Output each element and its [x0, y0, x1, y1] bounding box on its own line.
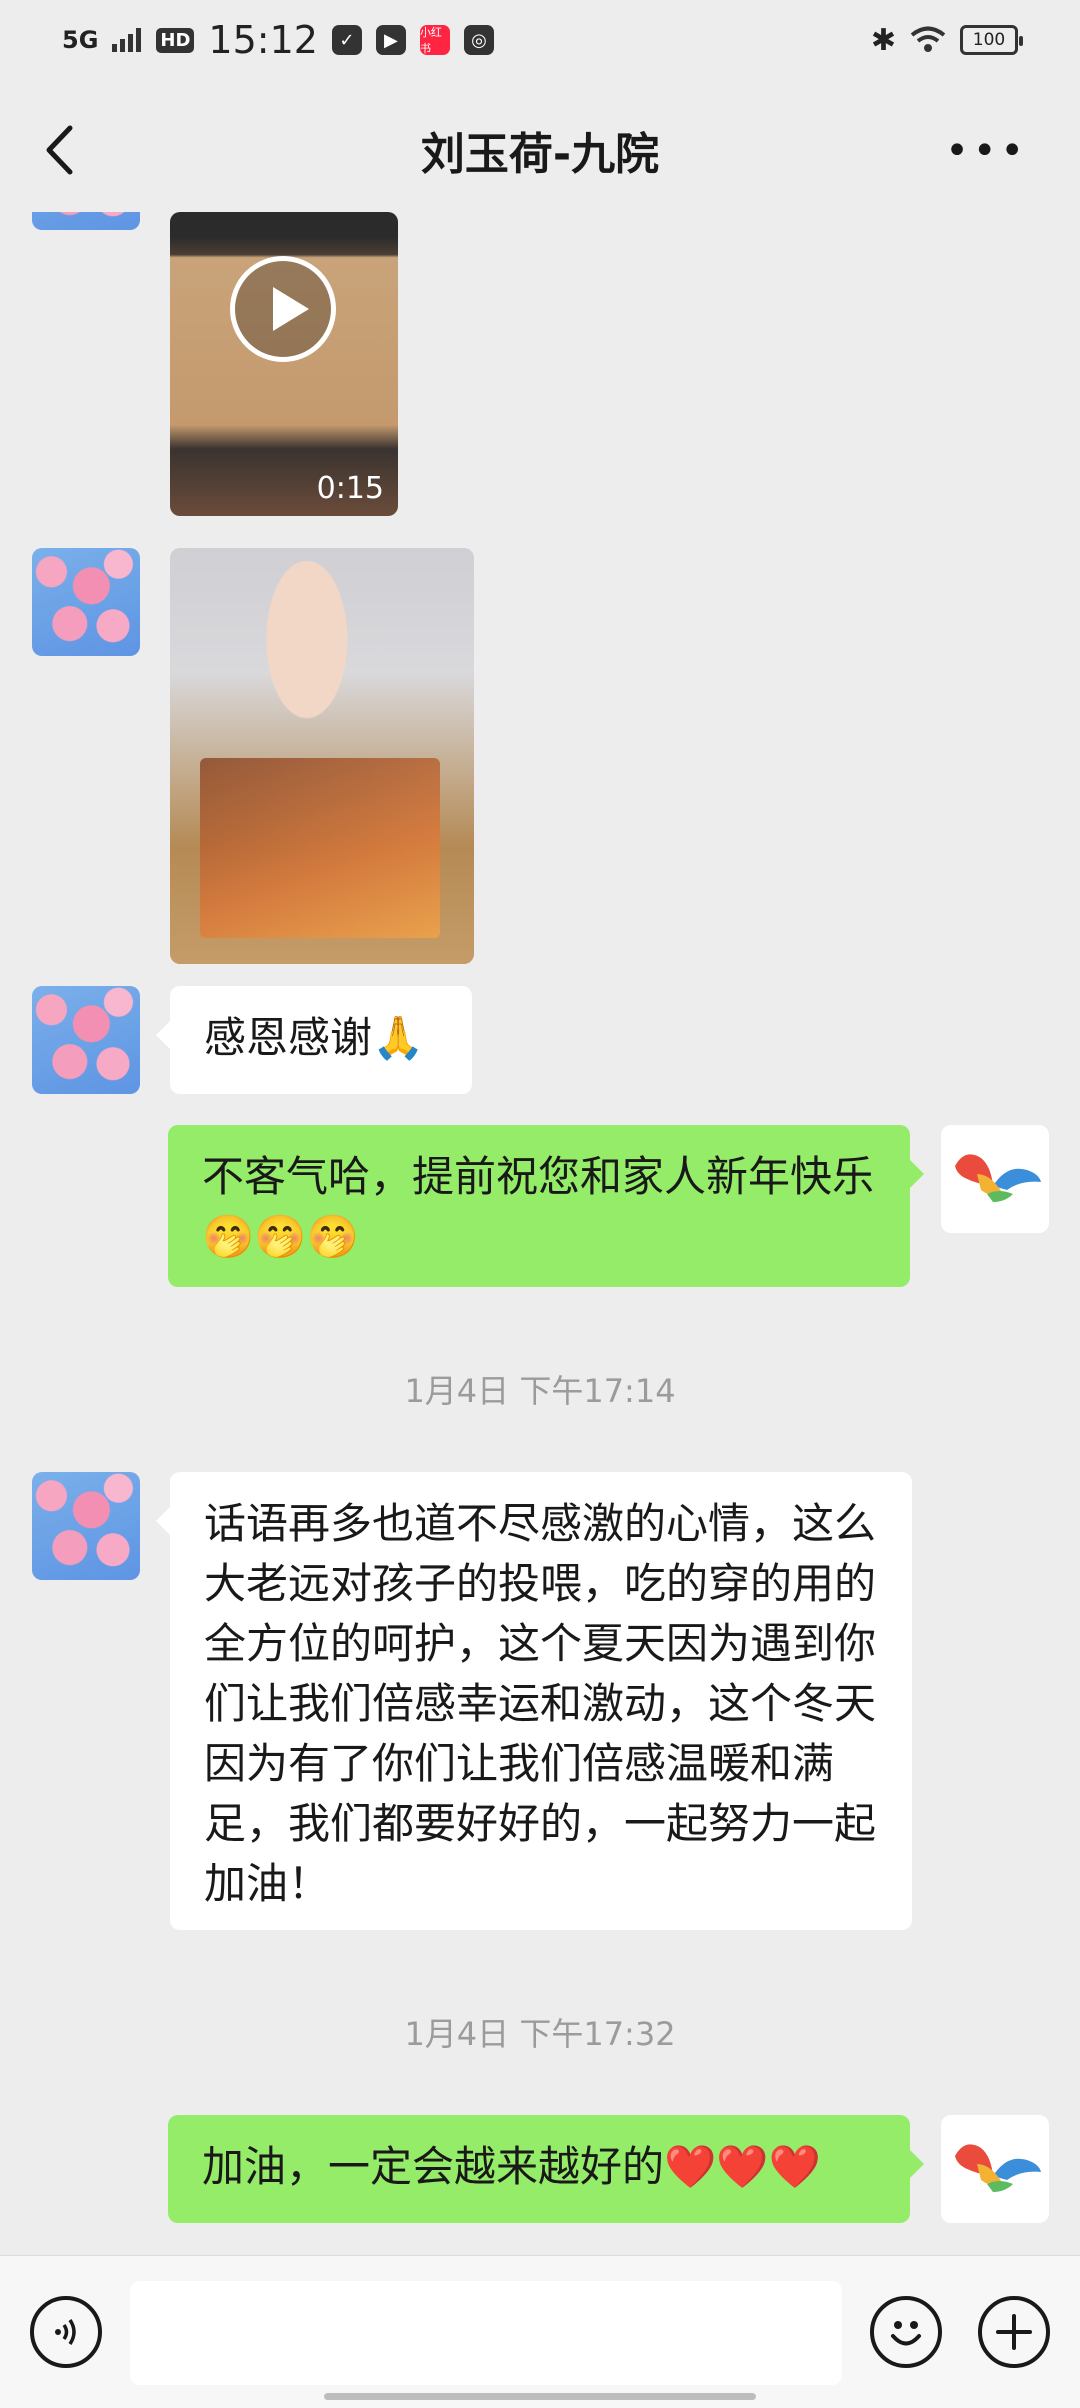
received-message[interactable]: 感恩感谢🙏 [156, 986, 472, 1094]
emoji-icon[interactable] [870, 2296, 942, 2368]
sent-message[interactable]: 不客气哈，提前祝您和家人新年快乐🤭🤭🤭 [168, 1125, 924, 1287]
battery-indicator: 100 [960, 25, 1023, 55]
clock: 15:12 [208, 18, 318, 62]
image-message[interactable] [170, 548, 474, 964]
received-message[interactable]: 话语再多也道不尽感激的心情，这么大老远对孩子的投喂，吃的穿的用的全方位的呵护，这… [156, 1472, 912, 1930]
voice-waves [55, 2319, 76, 2345]
timestamp: 1月4日 下午17:32 [404, 2015, 676, 2053]
angel-logo-icon [955, 1154, 1041, 1202]
chat-history[interactable]: 0:15 感恩感谢🙏 不客气哈，提前祝您和家人新年快乐🤭🤭🤭 1月4日 下午17… [0, 212, 1080, 2255]
contact-avatar[interactable] [32, 986, 140, 1094]
angel-logo-icon [955, 2144, 1041, 2192]
chat-header: 刘玉荷-九院 ••• [0, 80, 1080, 220]
video-duration: 0:15 [316, 471, 384, 506]
input-bar [0, 2255, 1080, 2408]
video-message[interactable]: 0:15 [170, 212, 398, 516]
my-avatar[interactable] [941, 1125, 1049, 1233]
status-bar: 5G HD 15:12 ✓ ▶ 小红书 ◎ ✱ 100 [0, 0, 1080, 80]
voice-icon[interactable] [30, 2296, 102, 2368]
sent-message[interactable]: 加油，一定会越来越好的❤️❤️❤️ [168, 2115, 924, 2223]
clipboard-icon: ✓ [331, 25, 362, 55]
plus-icon[interactable] [978, 2296, 1050, 2368]
hd-icon: HD [156, 27, 195, 53]
my-avatar[interactable] [941, 2115, 1049, 2223]
timestamp: 1月4日 下午17:14 [404, 1372, 676, 1410]
contact-avatar[interactable] [32, 1472, 140, 1580]
message-input[interactable] [130, 2281, 842, 2385]
home-indicator[interactable] [324, 2393, 756, 2400]
wifi-icon [910, 26, 946, 52]
network-indicator: 5G [62, 26, 99, 54]
signal-icon [112, 28, 142, 52]
back-arrow-icon[interactable] [44, 124, 74, 176]
contact-avatar[interactable] [32, 548, 140, 656]
bluetooth-icon: ✱ [870, 22, 896, 58]
app-icon: ◎ [463, 25, 494, 55]
contact-avatar[interactable] [32, 212, 140, 230]
more-icon[interactable]: ••• [945, 131, 1028, 171]
play-icon[interactable] [230, 256, 336, 362]
chat-title: 刘玉荷-九院 [420, 129, 660, 180]
photo-gift-box [200, 758, 440, 938]
xiaohongshu-icon: 小红书 [419, 25, 450, 55]
video-app-icon: ▶ [375, 25, 406, 55]
